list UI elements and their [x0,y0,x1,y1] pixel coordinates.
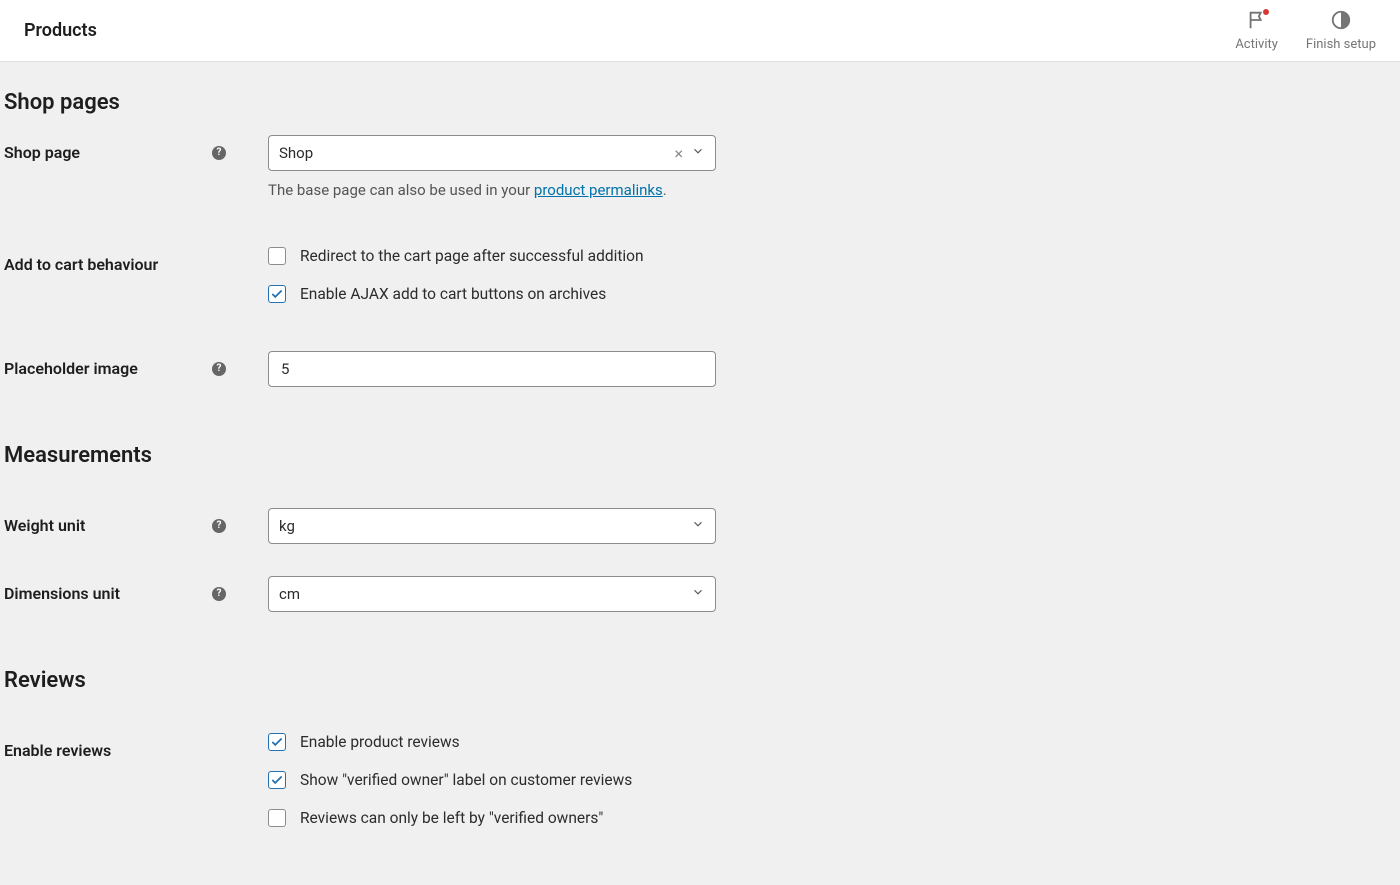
verified-owner-label: Show "verified owner" label on customer … [300,771,632,789]
row-enable-reviews: Enable reviews Enable product reviews Sh… [4,733,1396,827]
row-shop-page: Shop page ? Shop × The base page can als… [4,135,1396,199]
enable-product-reviews-checkbox[interactable] [268,733,286,751]
help-icon[interactable]: ? [212,519,226,533]
field-add-to-cart: Redirect to the cart page after successf… [268,247,644,303]
help-icon[interactable]: ? [212,146,226,160]
field-shop-page: Shop × The base page can also be used in… [268,135,716,199]
row-weight-unit: Weight unit ? kg [4,508,1396,544]
topbar: Products Activity Finish setup [0,0,1400,62]
chevron-down-icon [691,517,705,535]
verified-owner-checkbox[interactable] [268,771,286,789]
finish-setup-button[interactable]: Finish setup [1306,9,1376,52]
redirect-label: Redirect to the cart page after successf… [300,247,644,265]
dimensions-unit-select[interactable]: cm [268,576,716,612]
checkbox-row-redirect: Redirect to the cart page after successf… [268,247,644,265]
product-permalinks-link[interactable]: product permalinks [534,181,663,199]
ajax-checkbox[interactable] [268,285,286,303]
checkbox-row-verified-owner: Show "verified owner" label on customer … [268,771,632,789]
field-placeholder-image: 5 [268,351,716,387]
progress-circle-icon [1330,9,1352,35]
clear-icon[interactable]: × [670,144,687,163]
label-enable-reviews: Enable reviews [4,733,238,760]
label-weight-unit: Weight unit ? [4,508,238,535]
label-dimensions-unit: Dimensions unit ? [4,576,238,603]
only-verified-label: Reviews can only be left by "verified ow… [300,809,603,827]
label-shop-page: Shop page ? [4,135,238,162]
help-icon[interactable]: ? [212,587,226,601]
dimensions-unit-value: cm [279,585,300,603]
shop-page-select[interactable]: Shop × [268,135,716,171]
content-area: Shop pages Shop page ? Shop × The base p… [0,62,1400,885]
redirect-checkbox[interactable] [268,247,286,265]
checkbox-row-only-verified: Reviews can only be left by "verified ow… [268,809,632,827]
chevron-down-icon [691,144,705,162]
field-enable-reviews: Enable product reviews Show "verified ow… [268,733,632,827]
checkbox-row-ajax: Enable AJAX add to cart buttons on archi… [268,285,644,303]
field-dimensions-unit: cm [268,576,716,612]
section-heading-shop-pages: Shop pages [4,90,1396,115]
notification-dot-icon [1263,9,1269,15]
flag-icon [1246,9,1268,35]
finish-setup-label: Finish setup [1306,37,1376,52]
page-title: Products [24,20,97,41]
row-add-to-cart: Add to cart behaviour Redirect to the ca… [4,247,1396,303]
field-weight-unit: kg [268,508,716,544]
row-placeholder-image: Placeholder image ? 5 [4,351,1396,387]
topbar-actions: Activity Finish setup [1235,9,1376,52]
section-heading-measurements: Measurements [4,443,1396,468]
ajax-label: Enable AJAX add to cart buttons on archi… [300,285,606,303]
weight-unit-value: kg [279,517,295,535]
activity-button[interactable]: Activity [1235,9,1278,52]
help-icon[interactable]: ? [212,362,226,376]
checkbox-row-enable-product-reviews: Enable product reviews [268,733,632,751]
activity-label: Activity [1235,37,1278,52]
label-add-to-cart: Add to cart behaviour [4,247,238,274]
only-verified-checkbox[interactable] [268,809,286,827]
placeholder-image-input[interactable]: 5 [268,351,716,387]
section-heading-reviews: Reviews [4,668,1396,693]
weight-unit-select[interactable]: kg [268,508,716,544]
enable-product-reviews-label: Enable product reviews [300,733,460,751]
chevron-down-icon [691,585,705,603]
row-dimensions-unit: Dimensions unit ? cm [4,576,1396,612]
shop-page-hint: The base page can also be used in your p… [268,181,716,199]
label-placeholder-image: Placeholder image ? [4,351,238,378]
shop-page-value: Shop [279,144,313,162]
